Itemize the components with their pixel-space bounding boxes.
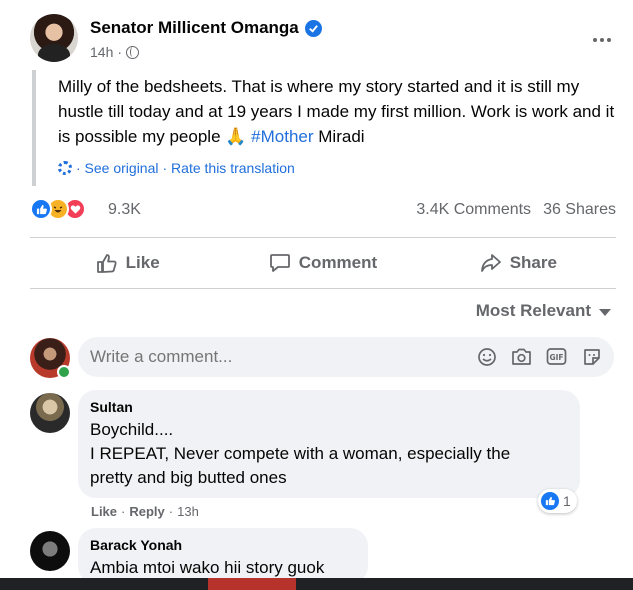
post-time[interactable]: 14h <box>90 44 113 60</box>
more-dot-icon <box>593 38 597 42</box>
separator: · <box>168 504 174 519</box>
emoji-icon[interactable] <box>476 346 497 367</box>
like-label: Like <box>125 253 160 272</box>
share-count[interactable]: 36 Shares <box>543 201 616 219</box>
hashtag-link[interactable]: #Mother <box>251 127 313 146</box>
taskbar <box>0 578 633 590</box>
author-name-row: Senator Millicent Omanga <box>90 18 322 38</box>
comment-composer: GIF <box>78 337 614 377</box>
caret-down-icon <box>599 309 611 316</box>
see-original-link[interactable]: · See original <box>76 160 159 176</box>
verified-badge-icon <box>304 19 322 37</box>
online-status-indicator <box>57 365 71 379</box>
sort-label: Most Relevant <box>475 301 591 320</box>
gear-icon <box>58 161 72 175</box>
more-dot-icon <box>607 38 611 42</box>
comment-time[interactable]: 13h <box>177 504 199 519</box>
comment-bubble: Barack Yonah Ambia mtoi wako hii story g… <box>78 528 368 584</box>
composer-tools: GIF <box>476 346 602 367</box>
reaction-count[interactable]: 9.3K <box>108 201 141 219</box>
comment-line: Ambia mtoi wako hii story guok <box>90 558 325 577</box>
post-text: Milly of the bedsheets. That is where my… <box>58 70 618 149</box>
share-button[interactable]: Share <box>421 238 616 288</box>
meta-separator: · <box>117 44 123 60</box>
share-arrow-icon <box>480 253 502 273</box>
comment-bubble: Sultan Boychild.... I REPEAT, Never comp… <box>78 390 580 498</box>
commenter-avatar[interactable] <box>30 393 70 433</box>
author-avatar[interactable] <box>30 14 78 62</box>
post-header: Senator Millicent Omanga 14h · <box>30 14 620 66</box>
comment-actions: Like · Reply · 13h <box>91 504 199 519</box>
sticker-icon[interactable] <box>581 346 602 367</box>
post-body: Milly of the bedsheets. That is where my… <box>32 70 622 186</box>
comment-count[interactable]: 3.4K Comments <box>416 201 531 219</box>
more-dot-icon <box>600 38 604 42</box>
like-reaction-icon <box>30 198 52 220</box>
commenter-avatar[interactable] <box>30 531 70 571</box>
gif-icon[interactable]: GIF <box>546 346 567 367</box>
rate-translation-link[interactable]: · Rate this translation <box>163 160 295 176</box>
reaction-icons[interactable] <box>30 198 86 220</box>
comment-sort-dropdown[interactable]: Most Relevant <box>476 301 611 321</box>
comment-line: pretty and big butted ones <box>90 468 287 487</box>
comment-line: Boychild.... <box>90 420 174 439</box>
comment-reaction-badge[interactable]: 1 <box>538 489 577 513</box>
comment-reply-link[interactable]: Reply <box>129 504 164 519</box>
comment-reaction-count: 1 <box>563 493 571 509</box>
post-options-button[interactable] <box>584 22 620 58</box>
reactions-summary: 9.3K 3.4K Comments 36 Shares <box>30 198 616 224</box>
separator: · <box>121 504 126 519</box>
like-button[interactable]: Like <box>30 238 225 288</box>
translation-bar: · See original · Rate this translation <box>58 160 295 176</box>
divider <box>30 288 616 289</box>
taskbar-active-app[interactable] <box>208 578 296 590</box>
globe-icon[interactable] <box>126 45 140 59</box>
svg-text:GIF: GIF <box>549 353 563 362</box>
author-name[interactable]: Senator Millicent Omanga <box>90 18 299 38</box>
comment-bubble-icon <box>269 253 291 273</box>
comment-input[interactable] <box>90 347 450 367</box>
comment-label: Comment <box>298 253 378 272</box>
share-label: Share <box>509 253 557 272</box>
post-meta: 14h · <box>90 44 140 60</box>
like-reaction-icon <box>541 492 559 510</box>
post-action-bar: Like Comment Share <box>30 238 616 288</box>
comment-like-link[interactable]: Like <box>91 504 117 519</box>
camera-icon[interactable] <box>511 346 532 367</box>
commenter-name[interactable]: Barack Yonah <box>90 536 356 554</box>
comments-shares: 3.4K Comments 36 Shares <box>416 201 616 219</box>
comment-line: I REPEAT, Never compete with a woman, es… <box>90 444 511 463</box>
commenter-name[interactable]: Sultan <box>90 398 568 416</box>
post-text-tail: Miradi <box>318 127 365 146</box>
comment-button[interactable]: Comment <box>225 238 420 288</box>
thumbs-up-icon <box>96 253 118 273</box>
